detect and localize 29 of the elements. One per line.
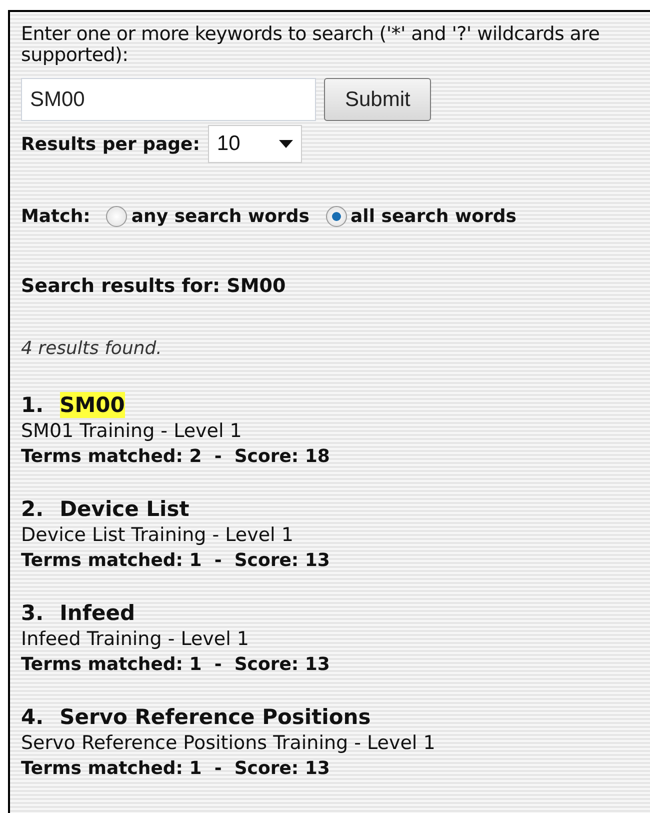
- result-score: Terms matched: 1 - Score: 13: [21, 652, 331, 676]
- result-title: Device List: [60, 496, 190, 522]
- submit-button[interactable]: Submit: [324, 78, 432, 121]
- radio-button[interactable]: [326, 206, 346, 227]
- instruction-text: Enter one or more keywords to search ('*' and '?' wildcards are supported):: [21, 24, 601, 66]
- results-heading: Search results for: SM00: [21, 274, 287, 299]
- results-per-page-dropdown[interactable]: 10: [208, 125, 302, 163]
- radio-label: all search words: [350, 205, 516, 229]
- result-description: Infeed Training - Level 1: [21, 626, 250, 652]
- result-title: Infeed: [60, 600, 136, 626]
- result-description: Device List Training - Level 1: [21, 522, 294, 548]
- result-score: Terms matched: 1 - Score: 13: [21, 548, 331, 572]
- match-label: Match:: [21, 205, 90, 229]
- result-number: 2.: [21, 496, 44, 522]
- result-title: Servo Reference Positions: [60, 704, 371, 730]
- search-field[interactable]: SM00: [21, 78, 316, 121]
- results-per-page-label: Results per page:: [21, 132, 200, 156]
- result-title: SM00: [60, 392, 125, 418]
- result-number: 3.: [21, 600, 44, 626]
- result-number: 1.: [21, 392, 44, 418]
- result-number: 4.: [21, 704, 44, 730]
- result-description: Servo Reference Positions Training - Level 1: [21, 730, 436, 756]
- caret-icon: [278, 140, 293, 148]
- radio-label: any search words: [131, 205, 310, 229]
- results-count: 4 results found.: [21, 336, 163, 360]
- radio-button[interactable]: [106, 206, 128, 227]
- result-description: SM01 Training - Level 1: [21, 418, 243, 444]
- result-score: Terms matched: 1 - Score: 13: [21, 756, 331, 780]
- result-score: Terms matched: 2 - Score: 18: [21, 444, 331, 468]
